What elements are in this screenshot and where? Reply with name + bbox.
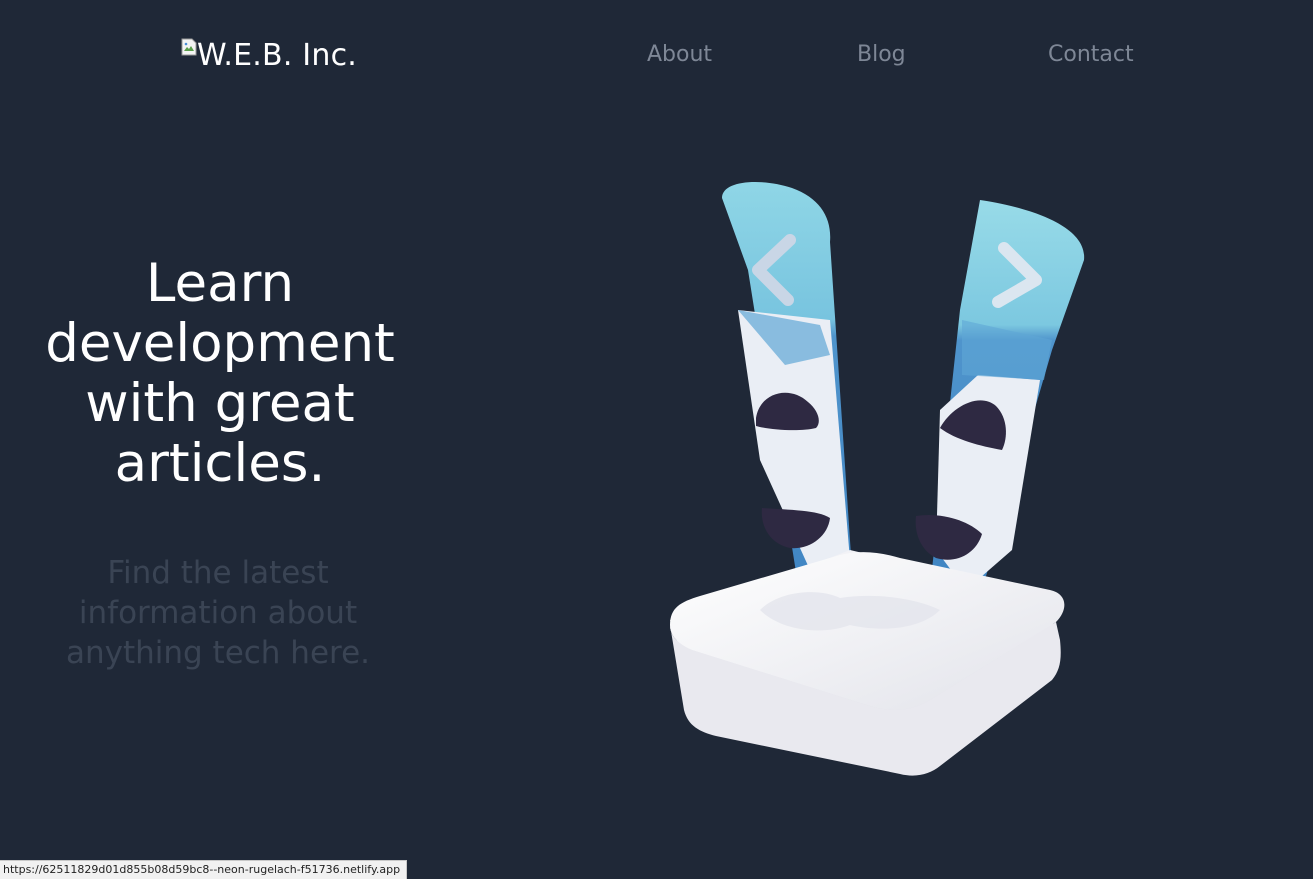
snow-block: [670, 550, 1065, 776]
hero-subtitle: Find the latest information about anythi…: [65, 555, 371, 671]
right-ski: [915, 200, 1085, 590]
nav-link-about[interactable]: About: [647, 40, 712, 70]
status-bar-url: https://62511829d01d855b08d59bc8--neon-r…: [0, 860, 408, 879]
skis-in-snow-illustration: [640, 170, 1110, 780]
nav-link-contact[interactable]: Contact: [1048, 40, 1134, 70]
nav-link-blog[interactable]: Blog: [857, 40, 906, 70]
main-nav: About Blog Contact: [0, 40, 1313, 70]
landing-page: W.E.B. Inc. About Blog Contact Learn dev…: [0, 0, 1313, 879]
left-ski: [722, 182, 854, 610]
hero-title: Learn development with great articles.: [45, 253, 395, 494]
